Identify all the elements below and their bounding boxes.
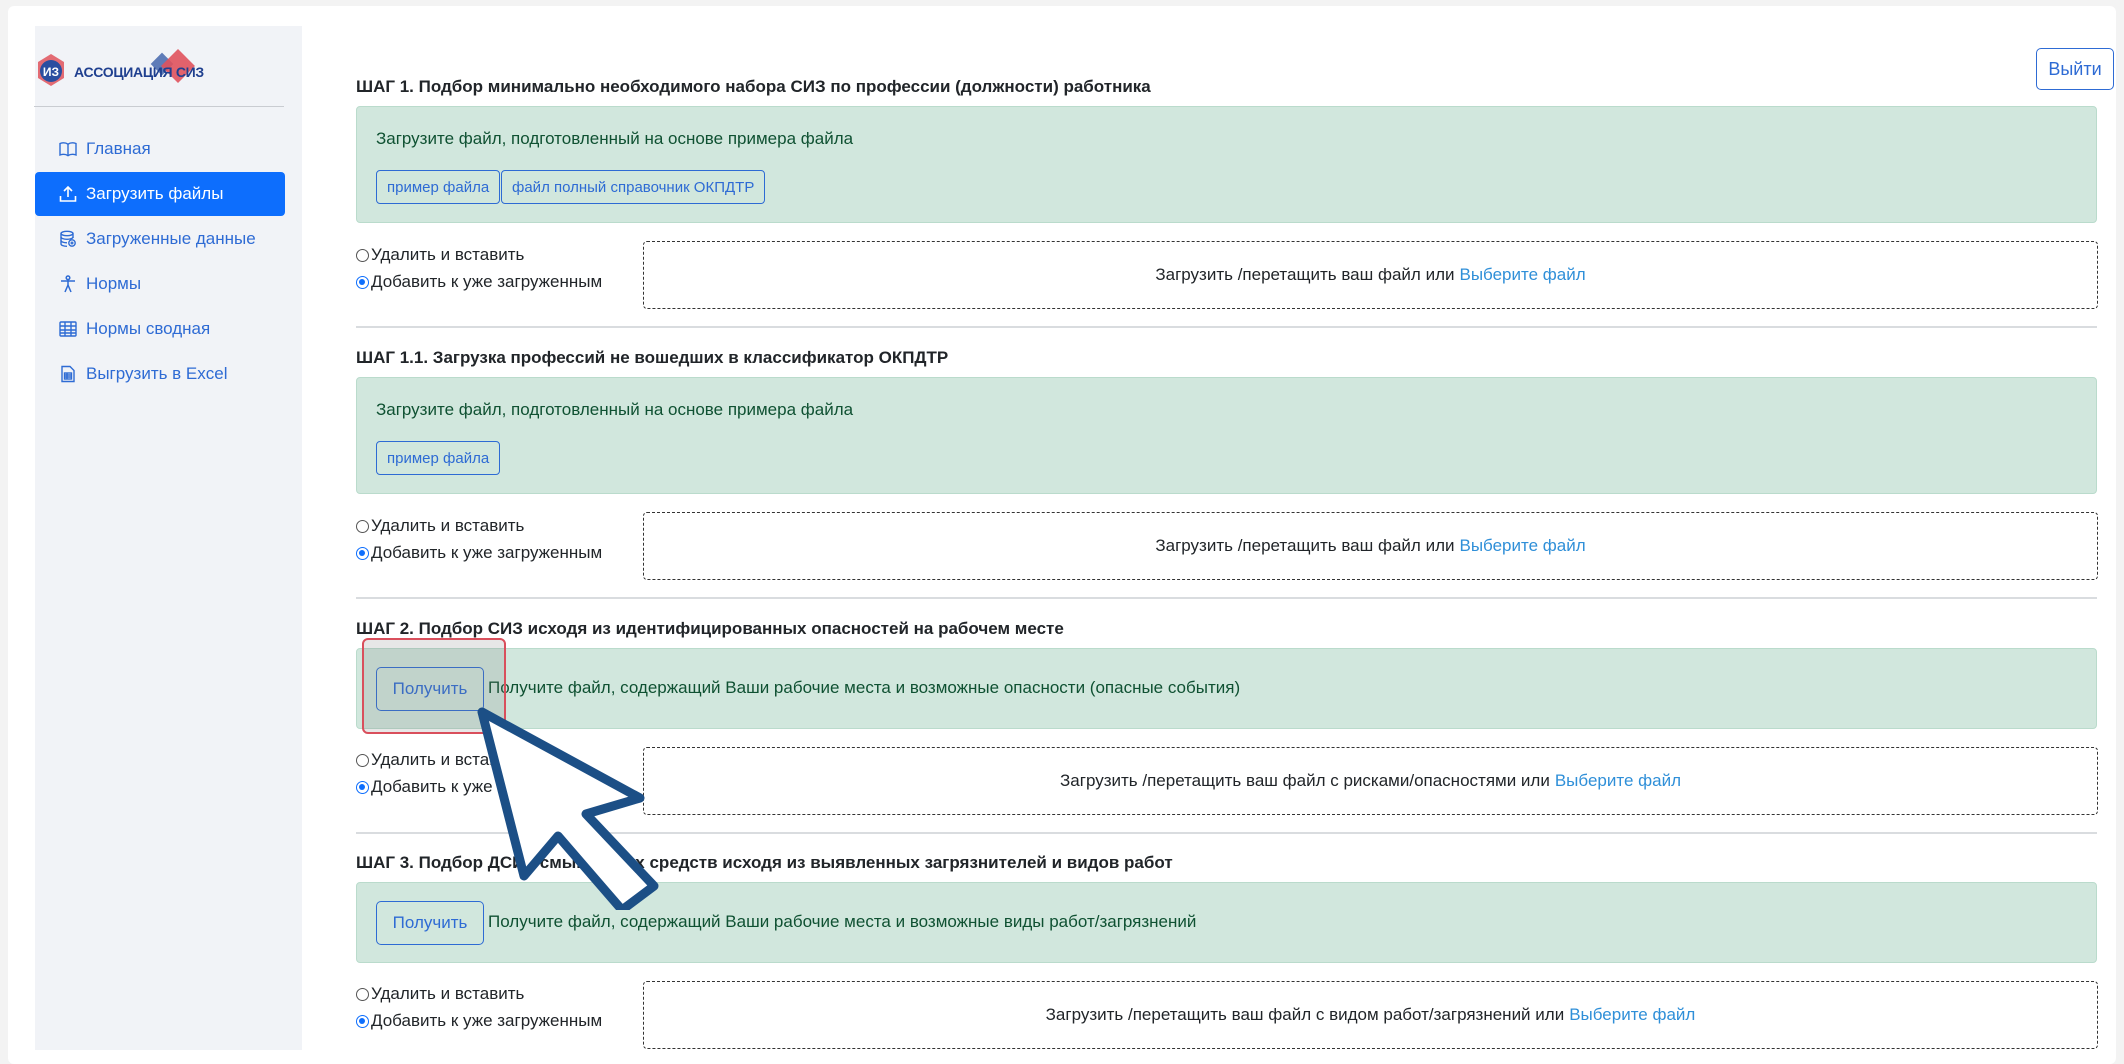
radio-label: Удалить и вставить — [371, 245, 525, 264]
logo-emblem-icon: ИЗ — [38, 54, 64, 86]
sidebar-item-norms[interactable]: Нормы — [35, 262, 285, 306]
radio-append[interactable]: Добавить к уже загруженным — [356, 543, 602, 563]
choose-file-link[interactable]: Выберите файл — [1459, 536, 1585, 556]
file-dropzone[interactable]: Загрузить /перетащить ваш файл или Выбери… — [643, 512, 2098, 580]
sidebar-item-export-excel[interactable]: Выгрузить в Excel — [35, 352, 285, 396]
radio-label: Удалить и вставить — [371, 516, 525, 535]
radio-circle[interactable] — [356, 275, 369, 289]
section-divider — [356, 326, 2097, 328]
sidebar-item-upload[interactable]: Загрузить файлы — [35, 172, 285, 216]
sidebar-nav: Главная Загрузить файлы Загруженные данн… — [35, 127, 285, 397]
choose-file-link[interactable]: Выберите файл — [1569, 1005, 1695, 1025]
alert-text: Загрузите файл, подготовленный на основе… — [376, 400, 854, 419]
step-title: ШАГ 2. Подбор СИЗ исходя из идентифициро… — [356, 619, 1064, 638]
radio-replace[interactable]: Удалить и вставить — [356, 245, 524, 265]
sidebar-item-home[interactable]: Главная — [35, 127, 285, 171]
sidebar-item-label: Загрузить файлы — [86, 184, 224, 203]
example-file-button[interactable]: пример файла — [376, 170, 501, 204]
radio-circle[interactable] — [356, 248, 369, 262]
radio-label: Добавить к уже загруженным — [371, 543, 603, 562]
choose-file-link[interactable]: Выберите файл — [1555, 771, 1681, 791]
sidebar-item-label: Главная — [86, 139, 151, 158]
radio-circle[interactable] — [356, 753, 369, 767]
radio-label: Удалить и вставить — [371, 984, 525, 1003]
dropzone-text: Загрузить /перетащить ваш файл или — [1155, 536, 1455, 555]
radio-replace[interactable]: Удалить и вставить — [356, 516, 524, 536]
sidebar-item-norms-summary[interactable]: Нормы сводная — [35, 307, 285, 351]
person-icon — [61, 275, 75, 293]
radio-append[interactable]: Добавить к уже загруженным — [356, 272, 602, 292]
logo[interactable]: ИЗ АССОЦИАЦИЯ СИЗ — [34, 48, 214, 92]
dropzone-text: Загрузить /перетащить ваш файл с видом р… — [1045, 1005, 1565, 1024]
radio-circle[interactable] — [356, 519, 369, 533]
cursor-arrow-icon — [477, 707, 659, 910]
sidebar-item-label: Нормы сводная — [86, 319, 211, 338]
radio-label: Добавить к уже загруженным — [371, 1011, 603, 1030]
radio-append[interactable]: Добавить к уже загруженным — [356, 1011, 602, 1031]
step-title: ШАГ 1.1. Загрузка профессий не вошедших … — [356, 348, 949, 367]
step-alert: Загрузите файл, подготовленный на основе… — [356, 106, 2097, 223]
step-title: ШАГ 1. Подбор минимально необходимого на… — [356, 77, 1151, 96]
radio-label: Добавить к уже загруженным — [371, 272, 603, 291]
radio-circle[interactable] — [356, 1014, 369, 1028]
sidebar-item-uploaded-data[interactable]: Загруженные данные — [35, 217, 285, 261]
upload-icon — [59, 185, 77, 202]
radio-circle[interactable] — [356, 987, 369, 1001]
sidebar-item-label: Нормы — [86, 274, 142, 293]
sidebar-item-label: Загруженные данные — [86, 229, 256, 248]
example-file-button[interactable]: пример файла — [376, 441, 501, 475]
section-divider — [356, 597, 2097, 599]
file-dropzone[interactable]: Загрузить /перетащить ваш файл или Выбери… — [643, 241, 2098, 309]
book-icon — [59, 142, 77, 157]
file-dropzone[interactable]: Загрузить /перетащить ваш файл с рисками… — [643, 747, 2098, 815]
svg-text:ИЗ: ИЗ — [43, 65, 59, 79]
radio-circle[interactable] — [356, 780, 369, 794]
step-alert: Загрузите файл, подготовленный на основе… — [356, 377, 2097, 494]
sidebar-divider — [34, 106, 284, 107]
alert-text: Загрузите файл, подготовленный на основе… — [376, 129, 854, 148]
radio-circle[interactable] — [356, 546, 369, 560]
radio-replace[interactable]: Удалить и вставить — [356, 984, 524, 1004]
logo-text: АССОЦИАЦИЯ СИЗ — [74, 64, 204, 80]
dropzone-text: Загрузить /перетащить ваш файл или — [1155, 265, 1455, 284]
file-dropzone[interactable]: Загрузить /перетащить ваш файл с видом р… — [643, 981, 2098, 1049]
dropzone-text: Загрузить /перетащить ваш файл с рисками… — [1060, 771, 1550, 790]
choose-file-link[interactable]: Выберите файл — [1459, 265, 1585, 285]
file-excel-icon — [61, 365, 75, 383]
full-okpdtr-file-button[interactable]: файл полный справочник ОКПДТР — [501, 170, 766, 204]
get-works-file-button[interactable]: Получить — [376, 901, 484, 945]
sidebar-item-label: Выгрузить в Excel — [86, 364, 228, 383]
alert-text: Получите файл, содержащий Ваши рабочие м… — [488, 678, 1241, 697]
table-icon — [59, 321, 77, 337]
database-icon — [60, 230, 76, 247]
logout-button[interactable]: Выйти — [2036, 48, 2114, 90]
alert-text: Получите файл, содержащий Ваши рабочие м… — [488, 912, 1197, 931]
